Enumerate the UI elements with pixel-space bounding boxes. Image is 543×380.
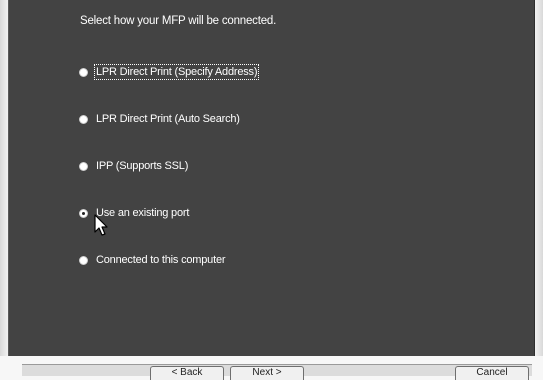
radio-button[interactable] <box>79 255 88 265</box>
radio-option-label: Connected to this computer <box>96 254 226 266</box>
connection-options-panel: Select how your MFP will be connected. L… <box>8 0 535 356</box>
installer-window: Select how your MFP will be connected. L… <box>0 0 543 380</box>
radio-button-selected[interactable] <box>79 208 88 218</box>
radio-option-ipp[interactable]: IPP (Supports SSL) <box>79 158 189 174</box>
radio-option-label: LPR Direct Print (Auto Search) <box>96 113 240 125</box>
radio-option-label: LPR Direct Print (Specify Address) <box>93 64 260 80</box>
radio-option-lpr-auto-search[interactable]: LPR Direct Print (Auto Search) <box>79 111 241 127</box>
radio-option-label: IPP (Supports SSL) <box>96 160 189 172</box>
cancel-button[interactable]: Cancel <box>455 366 529 380</box>
mouse-pointer-icon <box>94 214 108 236</box>
instruction-text: Select how your MFP will be connected. <box>80 15 277 27</box>
radio-option-lpr-specify-address[interactable]: LPR Direct Print (Specify Address) <box>79 64 260 80</box>
radio-button[interactable] <box>79 161 88 171</box>
next-button[interactable]: Next > <box>230 366 304 380</box>
window-right-border <box>535 0 543 376</box>
radio-button[interactable] <box>79 67 88 77</box>
radio-button[interactable] <box>79 114 88 124</box>
back-button[interactable]: < Back <box>150 366 224 380</box>
window-left-border <box>0 0 8 376</box>
radio-option-local-computer[interactable]: Connected to this computer <box>79 252 226 268</box>
